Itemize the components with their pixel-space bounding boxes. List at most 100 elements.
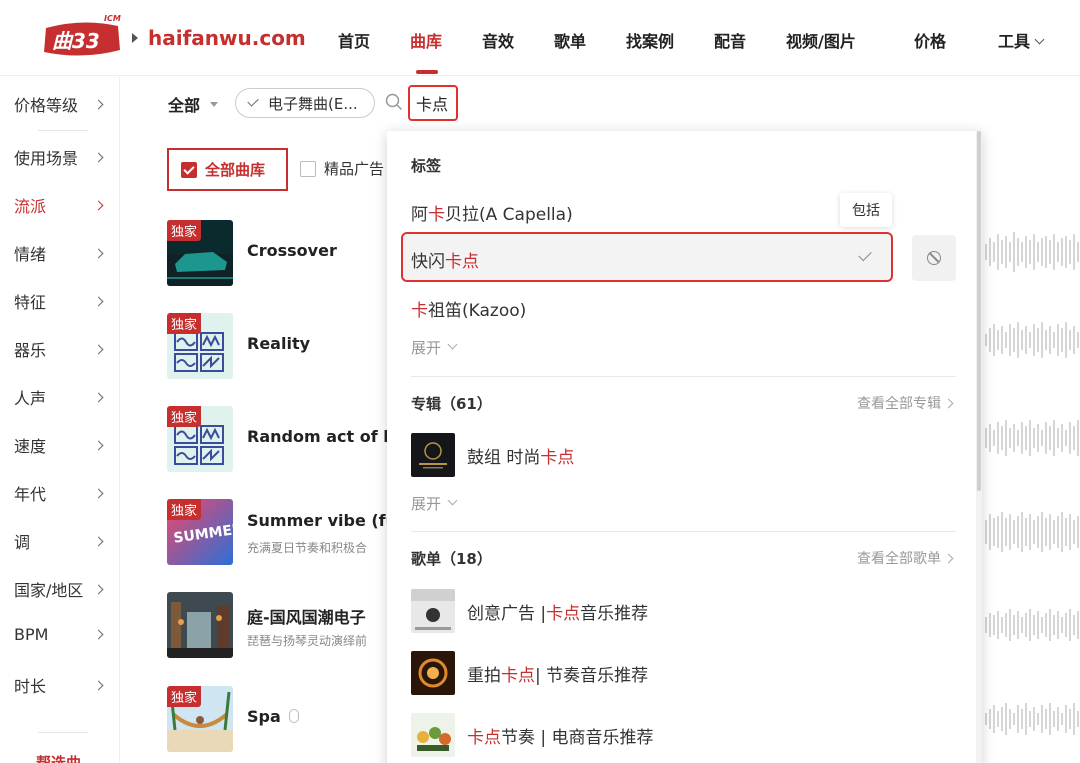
- tag-highlight: 卡: [428, 205, 445, 225]
- all-filter-label: 全部: [168, 96, 201, 115]
- playlist-art: [411, 651, 455, 695]
- chevron-right-icon: [93, 200, 104, 210]
- chevron-right-icon: [93, 440, 104, 450]
- view-all-label: 查看全部歌单: [857, 551, 941, 567]
- help-choose-link[interactable]: 帮选曲: [36, 752, 81, 763]
- nav-sound-effects[interactable]: 音效: [482, 28, 514, 52]
- top-header: 曲33 ICM haifanwu.com 首页 曲库 音效 歌单 找案例 配音 …: [0, 0, 1080, 76]
- dropdown-scrollbar[interactable]: [976, 131, 982, 763]
- track-cover[interactable]: 独家: [167, 406, 233, 472]
- track-title[interactable]: Reality: [247, 334, 310, 353]
- nav-video-images[interactable]: 视频/图片: [786, 28, 856, 52]
- sidebar-item-era[interactable]: 年代: [14, 481, 114, 505]
- tag-suggestion-label: 快闪卡点: [411, 247, 479, 272]
- album-art: [411, 433, 455, 477]
- sidebar-item-feature[interactable]: 特征: [14, 289, 114, 313]
- tag-suggestion[interactable]: 阿卡贝拉(A Capella): [411, 200, 573, 225]
- premium-ad-checkbox[interactable]: 精品广告: [300, 158, 384, 179]
- waveform[interactable]: [985, 697, 1080, 741]
- track-row[interactable]: 独家 Crossover: [167, 220, 397, 286]
- playlist-suggestion[interactable]: 卡点 节奏 | 电商音乐推荐: [411, 713, 654, 757]
- album-suggestion[interactable]: 鼓组 时尚 卡点: [411, 433, 574, 477]
- nav-find-cases[interactable]: 找案例: [626, 28, 674, 52]
- waveform[interactable]: [985, 318, 1080, 362]
- tags-expand-toggle[interactable]: 展开: [411, 337, 458, 358]
- view-all-playlists-link[interactable]: 查看全部歌单: [857, 548, 954, 568]
- main-nav: 首页 曲库 音效 歌单 找案例 配音 视频/图片 价格 工具: [0, 28, 1080, 52]
- waveform[interactable]: [985, 416, 1080, 460]
- sidebar-item-mood[interactable]: 情绪: [14, 241, 114, 265]
- track-row[interactable]: 庭-国风国潮电子 琵琶与扬琴灵动演绎前: [167, 592, 397, 658]
- albums-expand-toggle[interactable]: 展开: [411, 493, 458, 514]
- search-input[interactable]: [408, 85, 458, 121]
- exclusive-badge: 独家: [167, 220, 202, 241]
- track-cover[interactable]: SUMMER 独家: [167, 499, 233, 565]
- chip-label: 电子舞曲(E...: [268, 94, 358, 113]
- chevron-down-icon: [447, 495, 458, 506]
- sidebar-item-label: 调: [14, 533, 31, 552]
- sidebar-item-tempo[interactable]: 速度: [14, 433, 114, 457]
- sidebar-item-label: 价格等级: [14, 96, 79, 115]
- nav-tools[interactable]: 工具: [998, 28, 1045, 52]
- exclude-tag-button[interactable]: [912, 235, 956, 281]
- track-title[interactable]: 庭-国风国潮电子: [247, 604, 366, 628]
- sidebar-item-key[interactable]: 调: [14, 529, 114, 553]
- track-title[interactable]: Summer vibe (fu: [247, 511, 397, 530]
- sidebar-item-label: 人声: [14, 389, 47, 408]
- playlist-text: 音乐推荐: [580, 603, 649, 624]
- include-check-icon[interactable]: [858, 247, 872, 262]
- chevron-right-icon: [93, 248, 104, 258]
- nav-pricing[interactable]: 价格: [914, 28, 946, 52]
- tag-suggestion-selected[interactable]: 快闪卡点: [401, 232, 893, 282]
- chevron-right-icon: [943, 398, 954, 408]
- playlist-suggestion[interactable]: 重拍 卡点 | 节奏音乐推荐: [411, 651, 648, 695]
- track-title[interactable]: Crossover: [247, 241, 337, 260]
- waveform[interactable]: [985, 510, 1080, 554]
- chevron-right-icon: [93, 296, 104, 306]
- track-title[interactable]: Spa: [247, 707, 299, 726]
- nav-voiceover[interactable]: 配音: [714, 28, 746, 52]
- expand-label: 展开: [411, 495, 442, 513]
- tags-section-title: 标签: [411, 157, 442, 175]
- track-row[interactable]: SUMMER 独家 Summer vibe (fu 充满夏日节奏和积极合: [167, 499, 397, 565]
- playlist-suggestion[interactable]: 创意广告 | 卡点 音乐推荐: [411, 589, 648, 633]
- track-description: 充满夏日节奏和积极合: [247, 541, 368, 555]
- cover-art-city: [167, 592, 233, 658]
- album-text: 鼓组 时尚: [467, 447, 541, 468]
- nav-music-library[interactable]: 曲库: [410, 28, 442, 52]
- sidebar-item-region[interactable]: 国家/地区: [14, 577, 114, 601]
- view-all-albums-link[interactable]: 查看全部专辑: [857, 393, 954, 413]
- sidebar-item-genre[interactable]: 流派: [14, 193, 114, 217]
- scrollbar-thumb[interactable]: [977, 131, 981, 491]
- track-cover[interactable]: [167, 592, 233, 658]
- track-row[interactable]: 独家 Random act of k: [167, 406, 397, 472]
- nav-home[interactable]: 首页: [338, 28, 370, 52]
- track-title[interactable]: Random act of k: [247, 427, 394, 446]
- search-icon[interactable]: [385, 93, 403, 111]
- track-cover[interactable]: 独家: [167, 220, 233, 286]
- sidebar-item-use-scene[interactable]: 使用场景: [14, 145, 114, 169]
- track-cover[interactable]: 独家: [167, 686, 233, 752]
- all-filter-dropdown[interactable]: 全部: [168, 92, 219, 116]
- triangle-down-icon: [210, 101, 219, 107]
- all-library-checkbox[interactable]: 全部曲库: [167, 148, 288, 191]
- track-row[interactable]: 独家 Spa: [167, 686, 397, 752]
- active-nav-indicator: [416, 70, 438, 74]
- expand-label: 展开: [411, 339, 442, 357]
- track-row[interactable]: 独家 Reality: [167, 313, 397, 379]
- waveform[interactable]: [985, 603, 1080, 647]
- track-cover[interactable]: 独家: [167, 313, 233, 379]
- playlist-text: 重拍: [467, 665, 501, 686]
- selected-genre-chip[interactable]: 电子舞曲(E...: [235, 88, 375, 118]
- chevron-right-icon: [943, 553, 954, 563]
- sidebar-item-instrument[interactable]: 器乐: [14, 337, 114, 361]
- sidebar-item-label: 情绪: [14, 245, 47, 264]
- sidebar-item-price-level[interactable]: 价格等级: [14, 92, 114, 116]
- album-highlight: 卡点: [540, 447, 575, 468]
- waveform[interactable]: [985, 230, 1080, 274]
- sidebar-item-bpm[interactable]: BPM: [14, 625, 114, 644]
- sidebar-item-vocal[interactable]: 人声: [14, 385, 114, 409]
- tag-suggestion[interactable]: 卡祖笛(Kazoo): [411, 296, 526, 321]
- sidebar-item-duration[interactable]: 时长: [14, 673, 114, 697]
- nav-playlists[interactable]: 歌单: [554, 28, 586, 52]
